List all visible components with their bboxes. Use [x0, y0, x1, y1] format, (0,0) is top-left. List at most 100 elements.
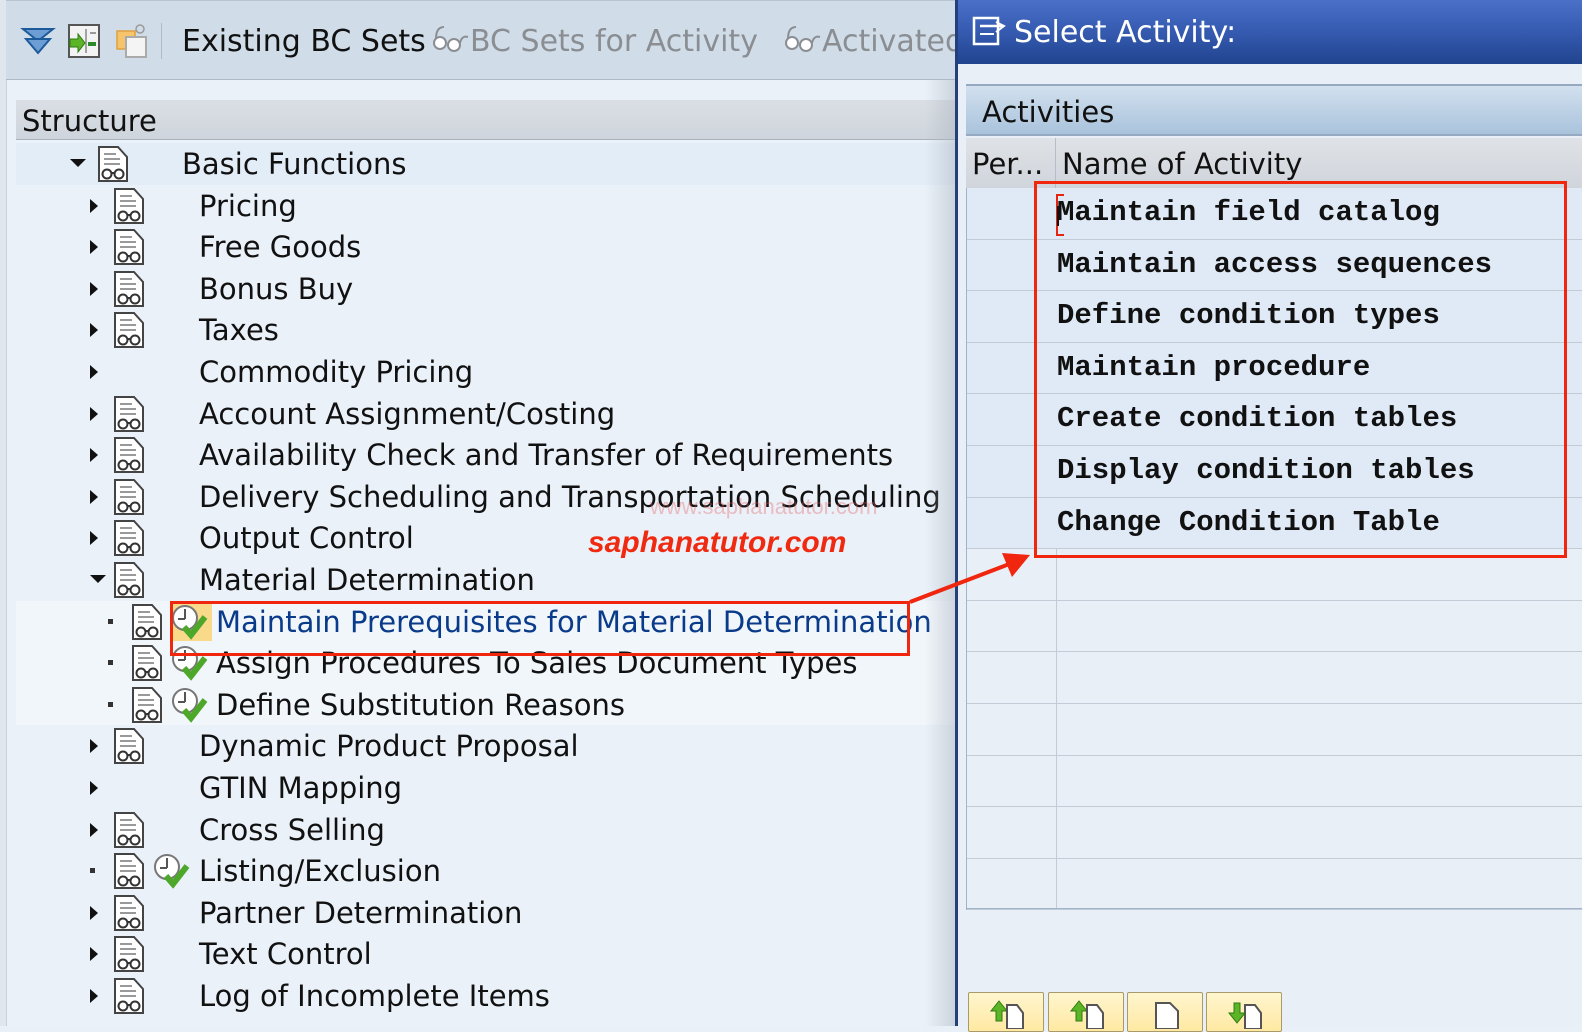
- execute-activity-icon[interactable]: [170, 603, 208, 641]
- tree-node-label[interactable]: Account Assignment/Costing: [199, 393, 615, 435]
- activity-row[interactable]: Define condition types: [967, 291, 1582, 343]
- tree-node[interactable]: Availability Check and Transfer of Requi…: [16, 434, 960, 476]
- expand-node-icon[interactable]: [90, 822, 98, 837]
- column-header-per[interactable]: Per...: [972, 138, 1043, 190]
- move-up-button[interactable]: [968, 992, 1044, 1032]
- documentation-icon[interactable]: [96, 145, 130, 183]
- tree-node-label[interactable]: Define Substitution Reasons: [216, 684, 625, 726]
- expand-node-icon[interactable]: [90, 531, 98, 546]
- bc-sets-for-activity-button[interactable]: BC Sets for Activity: [430, 21, 758, 63]
- documentation-icon[interactable]: [112, 977, 146, 1015]
- expand-node-icon[interactable]: [90, 448, 98, 463]
- existing-bc-sets-button[interactable]: Existing BC Sets: [182, 21, 426, 63]
- activity-row[interactable]: Maintain access sequences: [967, 239, 1582, 292]
- expand-subtree-icon[interactable]: [20, 23, 56, 59]
- tree-node[interactable]: Partner Determination: [16, 892, 960, 934]
- expand-node-icon[interactable]: [90, 947, 98, 962]
- tree-node[interactable]: Commodity Pricing: [16, 351, 960, 393]
- execute-activity-icon[interactable]: [152, 852, 190, 890]
- documentation-icon[interactable]: [112, 811, 146, 849]
- copy-icon[interactable]: [114, 23, 150, 59]
- documentation-icon[interactable]: [112, 187, 146, 225]
- collapse-node-icon[interactable]: [90, 574, 106, 583]
- documentation-icon[interactable]: [112, 311, 146, 349]
- documentation-icon[interactable]: [112, 436, 146, 474]
- tree-node[interactable]: Text Control: [16, 933, 960, 975]
- activated-button[interactable]: Activated: [782, 21, 964, 63]
- documentation-icon[interactable]: [112, 935, 146, 973]
- activity-name[interactable]: Change Condition Table: [1057, 498, 1440, 548]
- tree-node[interactable]: Bonus Buy: [16, 268, 960, 310]
- tree-node[interactable]: Maintain Prerequisites for Material Dete…: [16, 600, 960, 643]
- tree-node[interactable]: Material Determination: [16, 559, 960, 601]
- documentation-icon[interactable]: [112, 270, 146, 308]
- expand-node-icon[interactable]: [90, 739, 98, 754]
- tree-node-label[interactable]: Material Determination: [199, 559, 535, 601]
- activity-name[interactable]: Maintain procedure: [1057, 343, 1370, 393]
- expand-node-icon[interactable]: [90, 281, 98, 296]
- column-separator[interactable]: [1055, 138, 1056, 188]
- tree-node[interactable]: Basic Functions: [16, 143, 960, 185]
- documentation-icon[interactable]: [112, 519, 146, 557]
- documentation-icon[interactable]: [112, 561, 146, 599]
- documentation-icon[interactable]: [112, 894, 146, 932]
- column-header-name-of-activity[interactable]: Name of Activity: [1062, 138, 1302, 190]
- activity-row[interactable]: Maintain procedure: [967, 342, 1582, 395]
- activity-name[interactable]: Maintain access sequences: [1057, 240, 1492, 290]
- activity-row[interactable]: Maintain field catalog: [967, 188, 1582, 240]
- activity-name[interactable]: Define condition types: [1057, 291, 1440, 341]
- activity-row[interactable]: Display condition tables: [967, 446, 1582, 498]
- tree-node-label[interactable]: Assign Procedures To Sales Document Type…: [216, 642, 857, 684]
- dialog-titlebar[interactable]: Select Activity:: [958, 0, 1582, 64]
- expand-node-icon[interactable]: [90, 905, 98, 920]
- activity-name[interactable]: Display condition tables: [1057, 446, 1475, 496]
- tree-node-label[interactable]: Bonus Buy: [199, 268, 353, 310]
- tree-node-label[interactable]: Taxes: [199, 309, 279, 351]
- tree-node-label[interactable]: Dynamic Product Proposal: [199, 725, 579, 767]
- tree-node[interactable]: Log of Incomplete Items: [16, 975, 960, 1017]
- tree-node[interactable]: Free Goods: [16, 226, 960, 268]
- expand-node-icon[interactable]: [90, 198, 98, 213]
- tree-node-label[interactable]: Output Control: [199, 517, 414, 559]
- activity-row[interactable]: Change Condition Table: [967, 497, 1582, 550]
- move-down-button[interactable]: [1206, 992, 1282, 1032]
- tree-node[interactable]: Listing/Exclusion: [16, 850, 960, 892]
- activity-name[interactable]: Create condition tables: [1057, 394, 1457, 444]
- tree-node[interactable]: Dynamic Product Proposal: [16, 725, 960, 767]
- tree-node-label[interactable]: Text Control: [199, 933, 372, 975]
- tree-node-label[interactable]: Log of Incomplete Items: [199, 975, 550, 1017]
- tree-node-label[interactable]: Maintain Prerequisites for Material Dete…: [216, 601, 932, 643]
- activity-row[interactable]: Create condition tables: [967, 394, 1582, 446]
- documentation-icon[interactable]: [130, 686, 164, 724]
- tree-node[interactable]: Define Substitution Reasons: [16, 683, 960, 726]
- collapse-node-icon[interactable]: [70, 159, 86, 167]
- tree-node-label[interactable]: Cross Selling: [199, 809, 385, 851]
- tree-node[interactable]: Cross Selling: [16, 809, 960, 851]
- documentation-icon[interactable]: [112, 727, 146, 765]
- documentation-icon[interactable]: [112, 228, 146, 266]
- expand-node-icon[interactable]: [90, 323, 98, 338]
- documentation-icon[interactable]: [112, 478, 146, 516]
- activity-name[interactable]: Maintain field catalog: [1057, 188, 1440, 238]
- tree-node[interactable]: GTIN Mapping: [16, 767, 960, 809]
- expand-node-icon[interactable]: [90, 780, 98, 795]
- tree-node[interactable]: Assign Procedures To Sales Document Type…: [16, 642, 960, 684]
- expand-node-icon[interactable]: [90, 988, 98, 1003]
- tree-node[interactable]: Account Assignment/Costing: [16, 393, 960, 435]
- tree-node[interactable]: Pricing: [16, 185, 960, 227]
- tree-node-label[interactable]: Pricing: [199, 185, 297, 227]
- documentation-icon[interactable]: [130, 644, 164, 682]
- documentation-icon[interactable]: [112, 852, 146, 890]
- documentation-icon[interactable]: [112, 395, 146, 433]
- tree-node-label[interactable]: Availability Check and Transfer of Requi…: [199, 434, 893, 476]
- documentation-icon[interactable]: [130, 603, 164, 641]
- execute-icon[interactable]: [66, 23, 102, 59]
- tree-node[interactable]: Taxes: [16, 309, 960, 351]
- tree-node-label[interactable]: Free Goods: [199, 226, 361, 268]
- expand-node-icon[interactable]: [90, 489, 98, 504]
- page-button[interactable]: [1127, 992, 1203, 1032]
- tree-node-label[interactable]: Commodity Pricing: [199, 351, 473, 393]
- tree-node-label[interactable]: Partner Determination: [199, 892, 522, 934]
- tree-node-label[interactable]: Listing/Exclusion: [199, 850, 441, 892]
- expand-node-icon[interactable]: [90, 364, 98, 379]
